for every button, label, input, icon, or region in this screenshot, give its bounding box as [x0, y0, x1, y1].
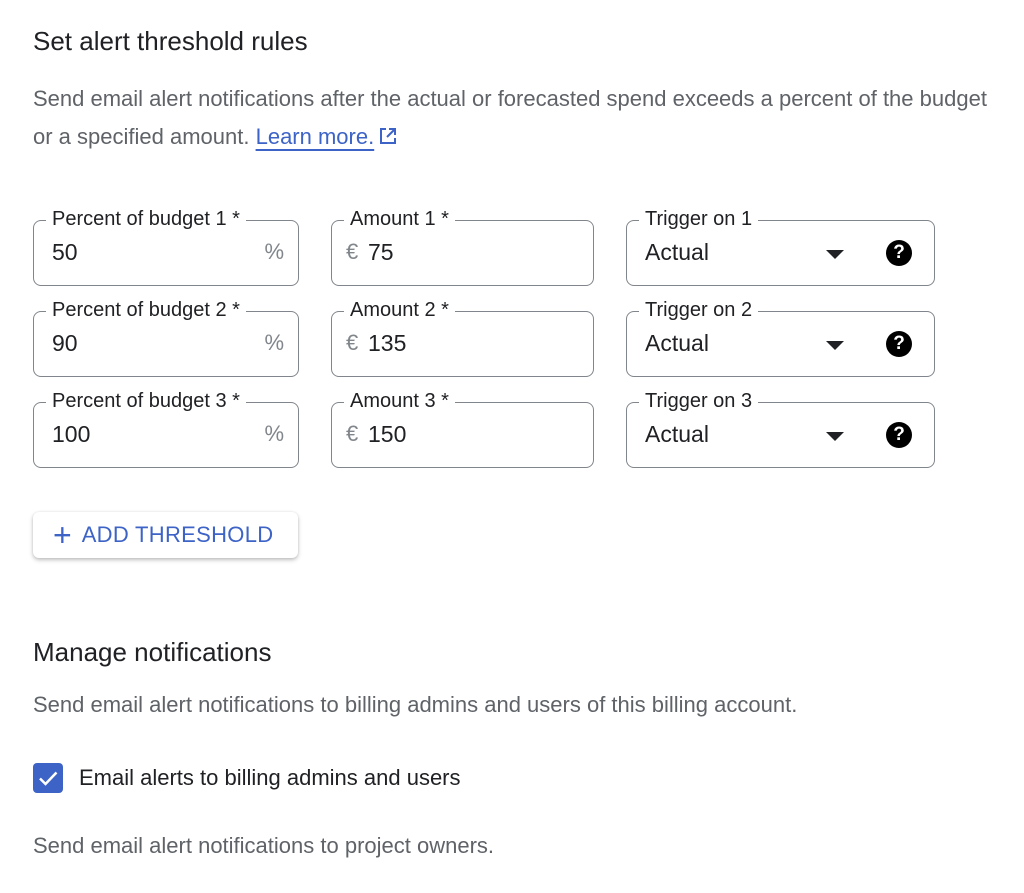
email-alerts-checkbox[interactable]	[33, 763, 63, 793]
field-label: Trigger on 2	[639, 295, 759, 325]
amount-value[interactable]: 75	[368, 239, 394, 266]
field-label: Trigger on 1	[639, 204, 759, 234]
trigger-value[interactable]: Actual	[645, 239, 709, 266]
percent-of-budget-2-field[interactable]: Percent of budget 2 * 90 %	[33, 295, 299, 377]
amount-2-field[interactable]: Amount 2 * € 135	[331, 295, 594, 377]
plus-icon: +	[53, 517, 72, 553]
dropdown-arrow-icon[interactable]	[826, 432, 844, 441]
field-label: Percent of budget 2 *	[46, 295, 246, 325]
percent-value[interactable]: 50	[52, 239, 78, 266]
trigger-on-1-select[interactable]: Trigger on 1 Actual ?	[626, 204, 935, 286]
percent-suffix: %	[264, 330, 284, 355]
percent-of-budget-1-field[interactable]: Percent of budget 1 * 50 %	[33, 204, 299, 286]
field-label: Trigger on 3	[639, 386, 759, 416]
notifications-description: Send email alert notifications to billin…	[33, 692, 798, 717]
email-alerts-checkbox-label[interactable]: Email alerts to billing admins and users	[79, 765, 461, 791]
trigger-on-3-select[interactable]: Trigger on 3 Actual ?	[626, 386, 935, 468]
help-icon[interactable]: ?	[886, 422, 912, 448]
amount-3-field[interactable]: Amount 3 * € 150	[331, 386, 594, 468]
help-icon[interactable]: ?	[886, 240, 912, 266]
percent-value[interactable]: 100	[52, 421, 90, 448]
add-threshold-button[interactable]: + ADD THRESHOLD	[33, 512, 298, 558]
trigger-value[interactable]: Actual	[645, 330, 709, 357]
percent-suffix: %	[264, 239, 284, 264]
currency-prefix: €	[346, 239, 359, 264]
field-label: Percent of budget 3 *	[46, 386, 246, 416]
field-label: Amount 1 *	[344, 204, 455, 234]
project-owners-description: Send email alert notifications to projec…	[33, 833, 495, 858]
thresholds-description: Send email alert notifications after the…	[33, 80, 993, 158]
percent-of-budget-3-field[interactable]: Percent of budget 3 * 100 %	[33, 386, 299, 468]
currency-prefix: €	[346, 421, 359, 446]
currency-prefix: €	[346, 330, 359, 355]
help-icon[interactable]: ?	[886, 331, 912, 357]
external-link-icon[interactable]	[378, 120, 398, 158]
learn-more-link[interactable]: Learn more.	[256, 124, 375, 149]
amount-value[interactable]: 135	[368, 330, 406, 357]
amount-value[interactable]: 150	[368, 421, 406, 448]
trigger-on-2-select[interactable]: Trigger on 2 Actual ?	[626, 295, 935, 377]
thresholds-description-text: Send email alert notifications after the…	[33, 86, 987, 149]
percent-value[interactable]: 90	[52, 330, 78, 357]
trigger-value[interactable]: Actual	[645, 421, 709, 448]
dropdown-arrow-icon[interactable]	[826, 341, 844, 350]
checkmark-icon	[39, 771, 58, 786]
section-title-notifications: Manage notifications	[33, 637, 272, 667]
amount-1-field[interactable]: Amount 1 * € 75	[331, 204, 594, 286]
percent-suffix: %	[264, 421, 284, 446]
section-title-thresholds: Set alert threshold rules	[33, 26, 308, 56]
field-label: Amount 2 *	[344, 295, 455, 325]
field-label: Amount 3 *	[344, 386, 455, 416]
dropdown-arrow-icon[interactable]	[826, 250, 844, 259]
field-label: Percent of budget 1 *	[46, 204, 246, 234]
add-threshold-label: ADD THRESHOLD	[81, 522, 274, 547]
